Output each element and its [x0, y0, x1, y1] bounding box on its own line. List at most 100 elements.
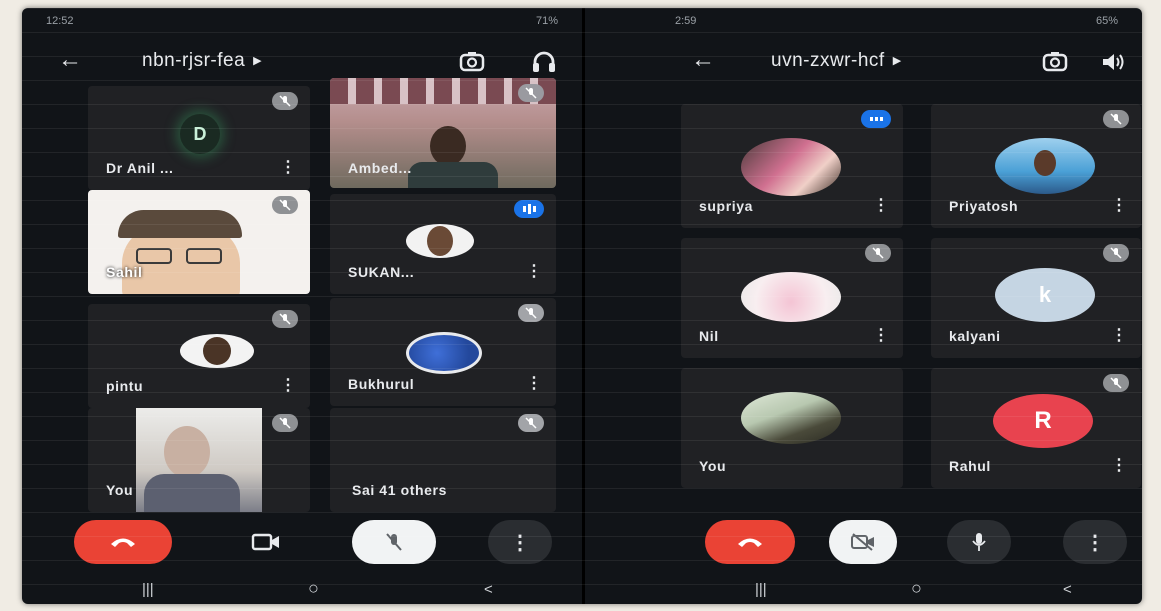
participant-name: Rahul: [949, 458, 991, 474]
end-call-icon: [738, 538, 762, 547]
participant-tile[interactable]: k kalyani ⋮: [931, 238, 1141, 358]
participant-name: SUKAN...: [348, 264, 415, 280]
participant-name: Priyatosh: [949, 198, 1019, 214]
mic-off-icon: [1110, 377, 1122, 389]
more-vert-icon[interactable]: ⋮: [526, 376, 542, 392]
avatar-initial: D: [193, 123, 207, 144]
participant-tile[interactable]: supriya ⋮: [681, 104, 903, 228]
switch-camera-icon[interactable]: [458, 48, 486, 76]
avatar: [406, 224, 474, 258]
participant-name: supriya: [699, 198, 753, 214]
glasses-left: [136, 248, 172, 264]
mic-toggle-button[interactable]: [352, 520, 436, 564]
participant-tile[interactable]: Ambed...: [330, 78, 556, 188]
more-vert-icon[interactable]: ⋮: [526, 264, 542, 280]
meeting-code[interactable]: nbn-rjsr-fea ▶: [142, 50, 262, 72]
more-vert-icon[interactable]: ⋮: [1111, 198, 1127, 214]
back-arrow-icon[interactable]: ←: [691, 46, 715, 74]
back-arrow-icon[interactable]: ←: [58, 46, 82, 74]
video-feed: [136, 408, 262, 512]
meeting-code[interactable]: uvn-zxwr-hcf ▶: [771, 50, 902, 72]
more-vert-icon[interactable]: ⋮: [280, 378, 296, 394]
mic-off-badge: [1103, 374, 1129, 392]
mic-off-badge: [1103, 244, 1129, 262]
camera-button[interactable]: [234, 520, 298, 564]
mic-off-badge: [518, 84, 544, 102]
more-vert-icon[interactable]: ⋮: [1111, 328, 1127, 344]
mic-off-icon: [525, 417, 537, 429]
person-hair: [118, 210, 242, 238]
status-bar: 12:52 71%: [22, 8, 582, 34]
caret-right-icon: ▶: [892, 55, 902, 68]
participant-name: Nil: [699, 328, 719, 344]
mic-off-icon: [1110, 113, 1122, 125]
person-body: [408, 162, 498, 188]
camera-toggle-button[interactable]: [829, 520, 897, 564]
mic-off-badge: [272, 414, 298, 432]
home-nav-icon[interactable]: ○: [308, 578, 319, 599]
person-face: [164, 426, 210, 478]
more-vert-icon[interactable]: ⋮: [1111, 458, 1127, 474]
left-phone-screen: 12:52 71% ← nbn-rjsr-fea ▶ D Dr Anil ... …: [22, 8, 582, 604]
headphones-icon[interactable]: [530, 48, 558, 76]
participant-tile[interactable]: D Dr Anil ... ⋮: [88, 86, 310, 190]
participant-tile[interactable]: SUKAN... ⋮: [330, 194, 556, 294]
back-nav-icon[interactable]: <: [1063, 581, 1072, 598]
mic-off-icon: [872, 247, 884, 259]
mic-off-badge: [1103, 110, 1129, 128]
more-vert-icon[interactable]: ⋮: [873, 328, 889, 344]
recents-nav-icon[interactable]: |||: [755, 581, 767, 598]
participant-tile[interactable]: Priyatosh ⋮: [931, 104, 1141, 228]
mic-off-icon: [525, 307, 537, 319]
status-bar: 2:59 65%: [585, 8, 1142, 34]
participant-tile[interactable]: R Rahul ⋮: [931, 368, 1141, 488]
speaking-indicator: [514, 200, 544, 218]
status-time: 12:52: [46, 15, 74, 27]
participant-tile[interactable]: pintu ⋮: [88, 304, 310, 408]
participant-name: Ambed...: [348, 160, 412, 176]
audio-level-icon: [870, 117, 883, 121]
status-time: 2:59: [675, 15, 697, 27]
participant-tile[interactable]: Bukhurul ⋮: [330, 298, 556, 406]
others-count: Sai 41 others: [352, 482, 447, 498]
avatar: [180, 334, 254, 368]
status-battery: 65%: [1095, 15, 1118, 27]
meeting-code-text: uvn-zxwr-hcf: [771, 50, 885, 71]
avatar: R: [993, 394, 1093, 448]
mic-off-badge: [272, 196, 298, 214]
camera-off-icon: [851, 533, 874, 551]
avatar: k: [995, 268, 1095, 322]
call-controls: ⋮: [22, 520, 582, 576]
mic-off-badge: [865, 244, 891, 262]
mic-off-badge: [518, 414, 544, 432]
end-call-button[interactable]: [705, 520, 795, 564]
switch-camera-icon[interactable]: [1041, 48, 1069, 76]
more-options-button[interactable]: ⋮: [1063, 520, 1127, 564]
end-call-icon: [111, 538, 135, 547]
mic-button[interactable]: [947, 520, 1011, 564]
participant-tile[interactable]: Sahil: [88, 190, 310, 294]
photo-frame: 12:52 71% ← nbn-rjsr-fea ▶ D Dr Anil ... …: [22, 8, 1142, 604]
avatar: [995, 138, 1095, 194]
speaker-icon[interactable]: [1099, 48, 1127, 76]
person-body: [144, 474, 240, 512]
more-options-button[interactable]: ⋮: [488, 520, 552, 564]
self-view-tile[interactable]: You: [88, 408, 310, 512]
participant-tile[interactable]: Nil ⋮: [681, 238, 903, 358]
more-vert-icon: ⋮: [1085, 531, 1105, 554]
others-tile[interactable]: Sai 41 others: [330, 408, 556, 512]
more-vert-icon[interactable]: ⋮: [280, 160, 296, 176]
mic-off-badge: [518, 304, 544, 322]
participant-name: kalyani: [949, 328, 1001, 344]
self-view-tile[interactable]: You: [681, 368, 903, 488]
more-vert-icon[interactable]: ⋮: [873, 198, 889, 214]
end-call-button[interactable]: [74, 520, 172, 564]
speaking-indicator: [861, 110, 891, 128]
back-nav-icon[interactable]: <: [484, 581, 493, 598]
meeting-header: ← uvn-zxwr-hcf ▶: [585, 42, 1142, 82]
camera-icon: [251, 533, 279, 551]
avatar: [406, 332, 482, 374]
mic-off-icon: [525, 87, 537, 99]
recents-nav-icon[interactable]: |||: [142, 581, 154, 598]
home-nav-icon[interactable]: ○: [911, 578, 922, 599]
